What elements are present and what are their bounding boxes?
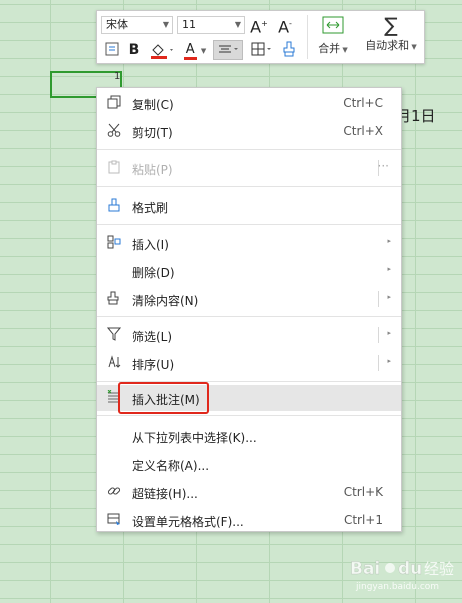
autosum-button[interactable]: ∑ 自动求和 ▼ bbox=[359, 15, 423, 53]
menu-item-shortcut: Ctrl+X bbox=[343, 124, 383, 138]
fill-color-button[interactable] bbox=[149, 41, 177, 65]
copy-icon bbox=[106, 94, 122, 110]
merge-button[interactable]: 合并 ▼ bbox=[311, 15, 355, 56]
submenu-arrow-icon: ▸ bbox=[387, 237, 391, 245]
chevron-down-icon: ▼ bbox=[234, 20, 241, 29]
svg-text:du: du bbox=[398, 559, 422, 579]
decrease-font-button[interactable]: A- bbox=[275, 15, 295, 36]
link-icon bbox=[106, 483, 122, 499]
menu-item-shortcut: Ctrl+K bbox=[343, 485, 383, 499]
format-cells-icon bbox=[106, 511, 122, 527]
eraser-icon bbox=[283, 41, 295, 57]
font-size-select[interactable]: 11 ▼ bbox=[177, 16, 245, 34]
menu-item-label: 清除内容(N) bbox=[132, 294, 199, 308]
font-color-glyph: A bbox=[183, 42, 197, 60]
submenu-arrow-icon: ▸ bbox=[387, 265, 391, 273]
filter-icon bbox=[106, 326, 122, 342]
format-painter-button[interactable] bbox=[103, 42, 121, 62]
borders-icon bbox=[251, 42, 271, 56]
font-name-value: 宋体 bbox=[106, 18, 128, 31]
menu-item-label: 复制(C) bbox=[132, 98, 174, 112]
menu-item-label: 排序(U) bbox=[132, 358, 175, 372]
menu-item-label: 从下拉列表中选择(K)... bbox=[132, 431, 257, 445]
menu-item-label: 超链接(H)... bbox=[132, 487, 198, 501]
borders-button[interactable] bbox=[249, 41, 275, 63]
context-menu: 复制(C) Ctrl+C 剪切(T) Ctrl+X 粘贴(P) ··· 格式刷 … bbox=[96, 87, 402, 532]
menu-item-insert[interactable]: 插入(I) ▸ bbox=[97, 230, 401, 256]
fill-bucket-icon bbox=[151, 44, 173, 59]
toolbar-divider bbox=[307, 15, 308, 59]
font-name-select[interactable]: 宋体 ▼ bbox=[101, 16, 173, 34]
menu-divider bbox=[97, 415, 401, 416]
more-options-icon[interactable]: ··· bbox=[378, 159, 389, 173]
paste-icon bbox=[106, 159, 122, 175]
align-button[interactable] bbox=[213, 40, 243, 60]
sort-icon bbox=[106, 354, 122, 370]
menu-item-label: 粘贴(P) bbox=[132, 163, 173, 177]
menu-divider bbox=[97, 149, 401, 150]
menu-item-label: 设置单元格格式(F)... bbox=[132, 515, 244, 529]
menu-item-split-divider bbox=[378, 327, 379, 343]
menu-item-clear-contents[interactable]: 清除内容(N) ▸ bbox=[97, 286, 401, 312]
format-painter-icon bbox=[105, 42, 119, 56]
menu-divider bbox=[97, 316, 401, 317]
menu-item-define-name[interactable]: 定义名称(A)... bbox=[97, 451, 401, 477]
menu-item-pick-from-list[interactable]: 从下拉列表中选择(K)... bbox=[97, 423, 401, 449]
increase-font-glyph: A bbox=[250, 17, 262, 37]
menu-item-label: 筛选(L) bbox=[132, 330, 173, 344]
submenu-arrow-icon[interactable]: ▸ bbox=[387, 329, 391, 337]
clear-format-button[interactable] bbox=[279, 41, 299, 63]
menu-item-copy[interactable]: 复制(C) Ctrl+C bbox=[97, 90, 401, 116]
menu-item-shortcut: Ctrl+1 bbox=[343, 513, 383, 527]
menu-item-cut[interactable]: 剪切(T) Ctrl+X bbox=[97, 118, 401, 144]
menu-item-paste: 粘贴(P) ··· bbox=[97, 155, 401, 181]
submenu-arrow-icon[interactable]: ▸ bbox=[387, 293, 391, 301]
menu-item-format-painter[interactable]: 格式刷 bbox=[97, 193, 401, 219]
menu-divider bbox=[97, 186, 401, 187]
eraser-icon bbox=[106, 290, 122, 306]
autosum-label: 自动求和 bbox=[365, 39, 410, 52]
highlight-annotation-box bbox=[118, 382, 209, 414]
menu-item-shortcut: Ctrl+C bbox=[343, 96, 383, 110]
chevron-down-icon: ▼ bbox=[162, 20, 169, 29]
submenu-arrow-icon[interactable]: ▸ bbox=[387, 357, 391, 365]
align-center-icon bbox=[219, 45, 238, 53]
menu-divider bbox=[97, 224, 401, 225]
format-painter-icon bbox=[106, 197, 122, 213]
sigma-icon: ∑ bbox=[384, 13, 398, 37]
mini-toolbar: 宋体 ▼ 11 ▼ A+ A- B A ▼ 合并 ▼ ∑ 自动求和 ▼ bbox=[96, 10, 425, 64]
menu-item-label: 删除(D) bbox=[132, 266, 175, 280]
menu-item-label: 插入(I) bbox=[132, 238, 169, 252]
watermark-suffix: 经验 bbox=[424, 560, 455, 578]
menu-item-sort[interactable]: 排序(U) ▸ bbox=[97, 350, 401, 376]
font-size-value: 11 bbox=[182, 18, 196, 31]
watermark: Bai du 经验 jingyan.baidu.com bbox=[348, 554, 460, 598]
menu-item-label: 剪切(T) bbox=[132, 126, 173, 140]
menu-item-split-divider bbox=[378, 355, 379, 371]
menu-item-label: 格式刷 bbox=[132, 201, 169, 215]
menu-item-split-divider bbox=[378, 291, 379, 307]
menu-item-format-cells[interactable]: 设置单元格格式(F)... Ctrl+1 bbox=[97, 507, 401, 533]
cut-icon bbox=[106, 122, 122, 138]
watermark-url: jingyan.baidu.com bbox=[356, 582, 440, 592]
font-color-button[interactable]: A ▼ bbox=[181, 41, 209, 60]
menu-item-delete[interactable]: 删除(D) ▸ bbox=[97, 258, 401, 284]
menu-item-label: 定义名称(A)... bbox=[132, 459, 210, 473]
merge-cells-icon bbox=[322, 16, 344, 34]
bold-button[interactable]: B bbox=[125, 41, 143, 59]
merge-label: 合并 bbox=[318, 42, 341, 55]
svg-text:Bai: Bai bbox=[350, 559, 380, 579]
insert-icon bbox=[106, 234, 122, 250]
menu-item-filter[interactable]: 筛选(L) ▸ bbox=[97, 322, 401, 348]
bold-glyph: B bbox=[128, 42, 140, 58]
decrease-font-glyph: A bbox=[278, 17, 290, 37]
menu-item-hyperlink[interactable]: 超链接(H)... Ctrl+K bbox=[97, 479, 401, 505]
increase-font-button[interactable]: A+ bbox=[249, 15, 269, 36]
cell-value: 1 bbox=[114, 71, 121, 82]
